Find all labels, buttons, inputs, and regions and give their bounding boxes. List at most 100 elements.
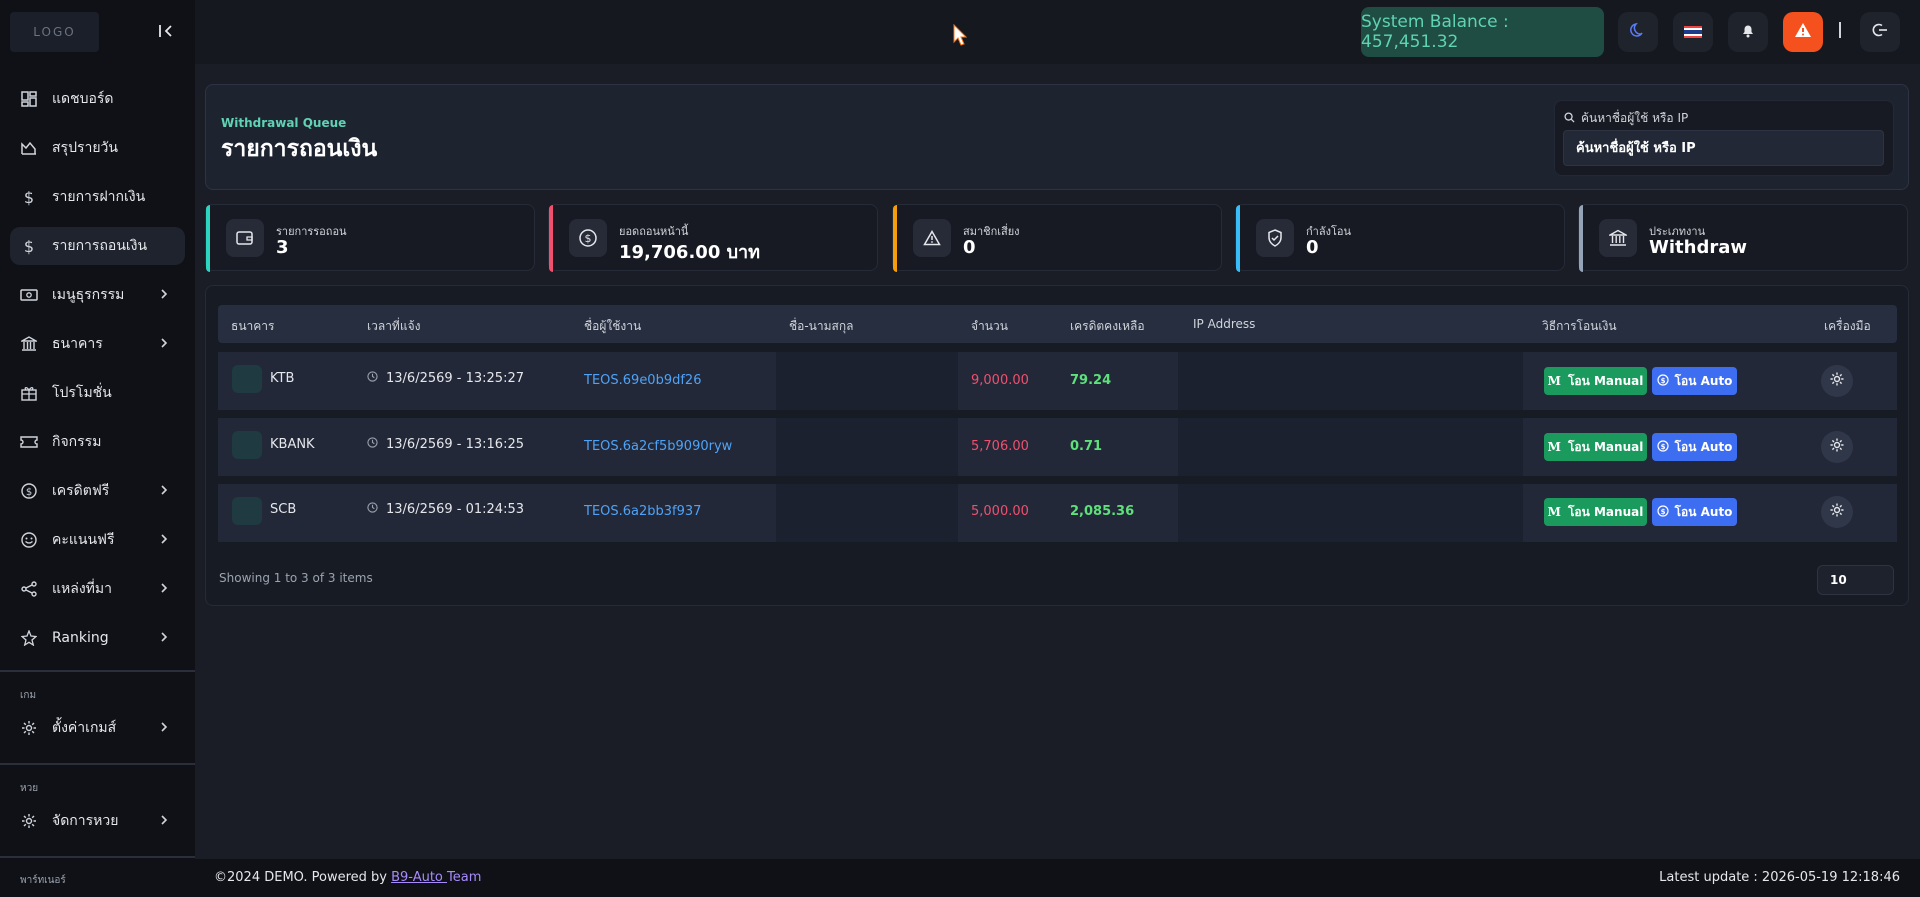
transfer-manual-label: โอน Manual bbox=[1567, 439, 1644, 454]
chart-area-icon bbox=[20, 139, 38, 157]
moon-icon bbox=[1630, 22, 1646, 42]
amount: 9,000.00 bbox=[971, 373, 1029, 388]
cash-icon bbox=[20, 286, 38, 304]
stat-card-transferring: กำลังโอน 0 bbox=[1235, 204, 1565, 272]
row-settings-button[interactable] bbox=[1821, 365, 1853, 397]
page-subtitle: Withdrawal Queue bbox=[221, 116, 347, 130]
transfer-auto-label: โอน Auto bbox=[1674, 373, 1733, 388]
warning-icon bbox=[1794, 22, 1812, 42]
footer-team-text: Team bbox=[447, 870, 482, 885]
transfer-auto-button[interactable]: $ โอน Auto bbox=[1652, 433, 1737, 461]
sidebar-item-label: ธนาคาร bbox=[52, 336, 103, 352]
collapse-sidebar-icon[interactable] bbox=[155, 20, 177, 42]
m-icon: M bbox=[1547, 374, 1561, 388]
stat-card-job-type: ประเภทงาน Withdraw bbox=[1578, 204, 1908, 272]
sidebar-item-label: แดชบอร์ด bbox=[52, 91, 114, 107]
sidebar-item-promotion[interactable]: โปรโมชั่น bbox=[10, 374, 185, 412]
credit-balance: 0.71 bbox=[1070, 439, 1103, 454]
request-time-text: 13/6/2569 - 01:24:53 bbox=[386, 502, 524, 517]
transfer-manual-label: โอน Manual bbox=[1567, 504, 1644, 519]
transfer-auto-button[interactable]: $ โอน Auto bbox=[1652, 367, 1737, 395]
column-header-time: เวลาที่แจ้ง bbox=[367, 319, 421, 333]
request-time-text: 13/6/2569 - 13:25:27 bbox=[386, 371, 524, 386]
search-label: ค้นหาชื่อผู้ใช้ หรือ IP bbox=[1564, 109, 1688, 128]
sidebar-item-label: แหล่งที่มา bbox=[52, 581, 112, 597]
sidebar-item-free-points[interactable]: คะแนนฟรี bbox=[10, 521, 185, 559]
sidebar-item-label: เมนูธุรกรรม bbox=[52, 287, 125, 303]
username-link[interactable]: TEOS.6a2cf5b9090ryw bbox=[584, 439, 732, 454]
transfer-auto-label: โอน Auto bbox=[1674, 504, 1733, 519]
section-game-label: เกม bbox=[20, 690, 37, 701]
sidebar-item-game-settings[interactable]: ตั้งค่าเกมส์ bbox=[10, 709, 185, 747]
pagination-info: Showing 1 to 3 of 3 items bbox=[219, 571, 373, 585]
stat-accent-bar bbox=[893, 205, 897, 272]
svg-text:$: $ bbox=[1660, 377, 1665, 385]
row-settings-button[interactable] bbox=[1821, 431, 1853, 463]
transfer-manual-label: โอน Manual bbox=[1567, 373, 1644, 388]
alert-button[interactable] bbox=[1783, 12, 1823, 52]
thai-flag-icon bbox=[1684, 23, 1702, 42]
sidebar-item-bank[interactable]: ธนาคาร bbox=[10, 325, 185, 363]
column-header-credit: เครดิตคงเหลือ bbox=[1070, 319, 1145, 333]
transfer-manual-button[interactable]: M โอน Manual bbox=[1544, 433, 1647, 461]
transfer-manual-button[interactable]: M โอน Manual bbox=[1544, 498, 1647, 526]
chevron-right-icon bbox=[157, 813, 171, 827]
svg-text:$: $ bbox=[1660, 443, 1665, 451]
stat-accent-bar bbox=[549, 205, 553, 272]
sidebar-item-label: จัดการหวย bbox=[52, 813, 119, 829]
sidebar-item-activity[interactable]: กิจกรรม bbox=[10, 423, 185, 461]
sidebar-item-deposits[interactable]: $ รายการฝากเงิน bbox=[10, 178, 185, 216]
chevron-right-icon bbox=[157, 336, 171, 350]
footer-brand-link[interactable]: B9-Auto bbox=[391, 870, 447, 885]
sidebar-item-lotto-manage[interactable]: จัดการหวย bbox=[10, 802, 185, 840]
m-icon: M bbox=[1547, 440, 1561, 454]
username-link[interactable]: TEOS.6a2bb3f937 bbox=[584, 504, 701, 519]
topbar-separator bbox=[1839, 22, 1841, 38]
transfer-auto-button[interactable]: $ โอน Auto bbox=[1652, 498, 1737, 526]
amount: 5,000.00 bbox=[971, 504, 1029, 519]
transfer-manual-button[interactable]: M โอน Manual bbox=[1544, 367, 1647, 395]
gear-icon bbox=[20, 812, 38, 830]
sidebar-item-transactions[interactable]: เมนูธุรกรรม bbox=[10, 276, 185, 314]
theme-toggle-button[interactable] bbox=[1618, 12, 1658, 52]
request-time: 13/6/2569 - 13:16:25 bbox=[367, 437, 524, 452]
svg-text:$: $ bbox=[26, 487, 32, 498]
bell-icon bbox=[1740, 22, 1756, 42]
sidebar-item-free-credit[interactable]: $ เครดิตฟรี bbox=[10, 472, 185, 510]
stat-value: 19,706.00 บาท bbox=[619, 242, 761, 263]
page-size-select[interactable]: 10 bbox=[1817, 565, 1894, 595]
sidebar-item-withdrawals[interactable]: $ รายการถอนเงิน bbox=[10, 227, 185, 265]
gear-icon bbox=[20, 719, 38, 737]
column-header-tools: เครื่องมือ bbox=[1824, 319, 1871, 333]
username-link[interactable]: TEOS.69e0b9df26 bbox=[584, 373, 701, 388]
sidebar-item-label: รายการฝากเงิน bbox=[52, 189, 146, 205]
row-settings-button[interactable] bbox=[1821, 496, 1853, 528]
column-header-fullname: ชื่อ-นามสกุล bbox=[789, 319, 854, 333]
coin-icon: $ bbox=[1656, 373, 1669, 389]
column-header-ip: IP Address bbox=[1193, 317, 1256, 331]
credit-balance: 2,085.36 bbox=[1070, 504, 1135, 519]
search-input[interactable] bbox=[1563, 130, 1884, 166]
sidebar: LOGO แดชบอร์ด สรุปรายวัน $ รายการฝากเงิน… bbox=[0, 0, 195, 897]
gear-icon bbox=[1829, 502, 1845, 522]
footer-last-update: Latest update : 2026-05-19 12:18:46 bbox=[1659, 870, 1900, 885]
notifications-button[interactable] bbox=[1728, 12, 1768, 52]
sidebar-divider bbox=[0, 670, 195, 672]
sidebar-item-label: Ranking bbox=[52, 630, 109, 646]
ticket-icon bbox=[20, 433, 38, 451]
bank-icon bbox=[20, 335, 38, 353]
system-balance-badge: System Balance : 457,451.32 bbox=[1361, 7, 1604, 57]
stat-value: 0 bbox=[963, 237, 976, 258]
logout-button[interactable] bbox=[1860, 12, 1900, 52]
section-partner-label: พาร์ทเนอร์ bbox=[20, 875, 66, 886]
share-icon bbox=[20, 580, 38, 598]
sidebar-item-daily-summary[interactable]: สรุปรายวัน bbox=[10, 129, 185, 167]
column-header-amount: จำนวน bbox=[971, 319, 1008, 333]
language-button[interactable] bbox=[1673, 12, 1713, 52]
sidebar-item-source[interactable]: แหล่งที่มา bbox=[10, 570, 185, 608]
transfer-auto-label: โอน Auto bbox=[1674, 439, 1733, 454]
shield-check-icon bbox=[1256, 219, 1294, 257]
coin-icon: $ bbox=[1656, 439, 1669, 455]
sidebar-item-ranking[interactable]: Ranking bbox=[10, 619, 185, 657]
sidebar-item-dashboard[interactable]: แดชบอร์ด bbox=[10, 80, 185, 118]
